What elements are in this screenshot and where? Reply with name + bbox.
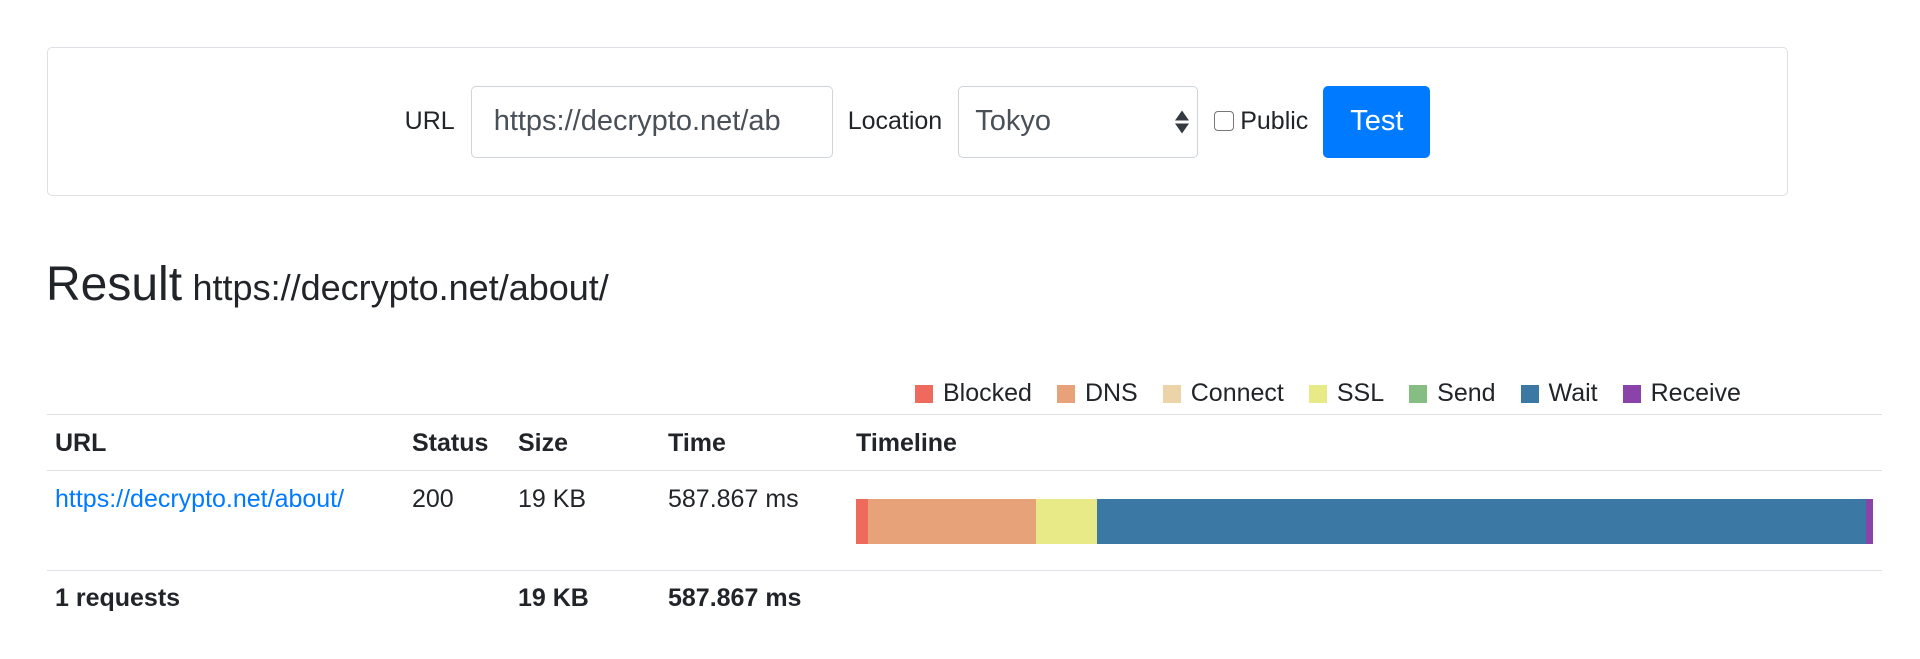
public-checkbox[interactable] [1214, 110, 1235, 131]
timeline-segment-receive [1865, 499, 1873, 544]
result-heading: Result https://decrypto.net/about/ [46, 257, 609, 312]
legend-swatch-send [1409, 384, 1428, 403]
legend-item-ssl: SSL [1308, 379, 1385, 408]
legend-swatch-ssl [1308, 384, 1327, 403]
legend-label-blocked: Blocked [943, 379, 1032, 407]
header-url: URL [55, 429, 107, 457]
footer-size: 19 KB [518, 584, 589, 612]
result-title: Result [46, 258, 183, 311]
test-form: URL Location Tokyo Public Test [404, 85, 1431, 158]
location-selected-value: Tokyo [975, 105, 1051, 137]
legend-item-connect: Connect [1162, 379, 1284, 408]
public-checkbox-group[interactable]: Public [1214, 107, 1308, 136]
footer-time: 587.867 ms [668, 584, 802, 612]
test-form-card: URL Location Tokyo Public Test [47, 47, 1788, 196]
footer-requests: 1 requests [55, 584, 181, 612]
table-header-rule [47, 470, 1882, 471]
legend-item-receive: Receive [1622, 379, 1741, 408]
header-status: Status [412, 429, 489, 457]
legend-label-send: Send [1437, 379, 1496, 407]
legend-swatch-blocked [915, 384, 933, 403]
legend-label-receive: Receive [1650, 379, 1741, 407]
legend-item-dns: DNS [1056, 379, 1138, 408]
row-time: 587.867 ms [668, 485, 799, 513]
table-footer-rule [47, 570, 1882, 571]
location-label: Location [847, 107, 943, 135]
row-size: 19 KB [518, 485, 587, 513]
table-top-rule [47, 414, 1882, 415]
legend-label-ssl: SSL [1336, 379, 1385, 407]
legend-label-dns: DNS [1084, 379, 1138, 407]
url-input[interactable] [470, 85, 833, 158]
test-button[interactable]: Test [1323, 85, 1431, 158]
row-url-link[interactable]: https://decrypto.net/about/ [55, 485, 344, 514]
header-timeline: Timeline [856, 429, 957, 457]
timeline-legend: Blocked DNS Connect SSL Send Wait Receiv… [915, 379, 1741, 408]
timeline-segment-blocked [856, 499, 869, 544]
row-timeline-bar [856, 499, 1873, 544]
url-label: URL [404, 107, 455, 135]
legend-swatch-connect [1162, 384, 1181, 403]
legend-swatch-wait [1520, 384, 1539, 403]
timeline-segment-ssl [1036, 499, 1098, 544]
public-label[interactable]: Public [1240, 107, 1308, 136]
legend-item-send: Send [1409, 379, 1496, 408]
legend-label-wait: Wait [1548, 379, 1598, 407]
legend-item-blocked: Blocked [915, 379, 1032, 408]
location-select[interactable]: Tokyo [958, 85, 1199, 158]
header-time: Time [668, 429, 726, 457]
header-size: Size [518, 429, 569, 457]
result-url: https://decrypto.net/about/ [192, 267, 609, 308]
timeline-segment-wait [1097, 499, 1866, 544]
legend-item-wait: Wait [1520, 379, 1598, 408]
timeline-segment-dns [868, 499, 1036, 544]
legend-swatch-receive [1622, 384, 1641, 403]
legend-swatch-dns [1056, 384, 1075, 403]
legend-label-connect: Connect [1190, 379, 1284, 407]
select-arrows-icon [1175, 110, 1190, 133]
row-status: 200 [412, 485, 454, 513]
